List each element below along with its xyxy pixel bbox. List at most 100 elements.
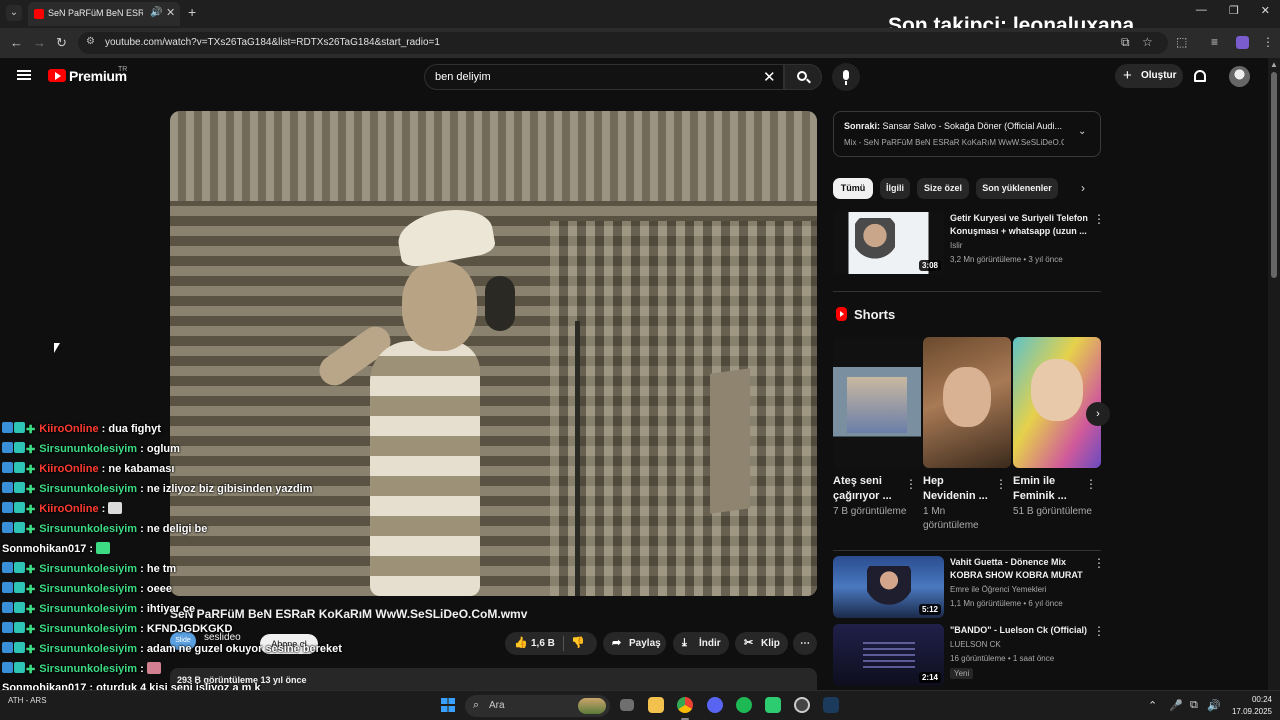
chat-text: ihtiyar ce [146,603,196,615]
url-field[interactable]: ⚙ youtube.com/watch?v=TXs26TaG184&list=R… [78,32,1168,54]
search-input[interactable]: ben deliyim ✕ [424,64,784,90]
browser-menu-icon[interactable]: ⋮ [1262,35,1274,49]
recommendation-channel[interactable]: Emre ile Öğrenci Yemekleri [950,585,1046,594]
steam-icon[interactable] [823,697,839,713]
tab-close-icon[interactable]: ✕ [166,6,175,19]
duration-badge: 3:08 [918,260,941,271]
short-thumbnail[interactable] [1013,337,1101,468]
chat-message: ✚ KiiroOnline : ne kabaması [2,462,174,476]
reading-list-icon[interactable]: ≡ [1211,35,1218,49]
new-tab-button[interactable]: + [188,4,196,20]
video-thumbnail[interactable]: 3:08 [833,212,944,274]
short-thumbnail[interactable] [923,337,1011,468]
create-button[interactable]: + Oluştur [1115,64,1183,88]
reload-button[interactable]: ↻ [56,35,67,51]
clip-button[interactable]: ✂ Klip [735,632,788,655]
chevron-right-icon[interactable]: › [1081,181,1085,195]
video-frame-head [402,261,477,351]
shorts-next-button[interactable]: › [1086,402,1110,426]
search-button[interactable] [784,64,822,90]
browser-tab[interactable]: SeN PaRFüM BeN ESRaR Ko 🔊 ✕ [28,2,180,26]
mic-icon [843,70,849,80]
guide-menu-icon[interactable] [17,70,31,80]
tray-overflow-icon[interactable]: ⌃ [1148,699,1157,712]
site-info-icon[interactable]: ⚙ [86,36,95,47]
more-vert-icon[interactable]: ⋮ [1093,556,1105,570]
spotify-icon[interactable] [736,697,752,713]
window-close-button[interactable]: ✕ [1261,4,1270,17]
recommendation-meta: 1,1 Mn görüntüleme • 6 yıl önce [950,599,1063,608]
chat-badge-icon [14,662,25,673]
microphone-tray-icon[interactable]: 🎤 [1169,699,1183,712]
next-up-card[interactable]: Sonraki: Sansar Salvo - Sokağa Döner (Of… [833,111,1101,157]
dislike-icon[interactable]: 👎 [571,632,585,655]
chip-related[interactable]: İlgili [880,178,910,199]
account-avatar[interactable] [1229,66,1250,87]
recommendation-item[interactable]: 3:08 Getir Kuryesi ve Suriyeli Telefon K… [833,212,1105,276]
recommendation-item[interactable]: 5:12 Vahit Guetta - Dönence Mix KOBRA SH… [833,556,1105,620]
chat-message: ✚ KiiroOnline : [2,502,123,516]
discord-icon[interactable] [707,697,723,713]
scroll-up-arrow-icon[interactable]: ▲ [1270,60,1278,69]
search-icon-handle [806,78,811,84]
notifications-bell-icon[interactable] [1194,70,1206,82]
back-button[interactable]: ← [10,35,23,50]
page-scrollbar[interactable]: ▲ [1268,58,1280,690]
install-app-icon[interactable]: ⧉ [1121,35,1130,50]
task-view-icon[interactable] [620,699,634,711]
recommendation-title: Vahit Guetta - Dönence Mix KOBRA SHOW KO… [950,557,1083,580]
clip-label: Klip [761,638,780,649]
more-vert-icon[interactable]: ⋮ [905,477,917,491]
like-icon[interactable]: 👍 [514,632,528,655]
chat-username: Sirsununkolesiyim [39,603,138,615]
chat-badge-icon [14,482,25,493]
recommendation-channel[interactable]: Islir [950,241,962,250]
more-vert-icon[interactable]: ⋮ [995,477,1007,491]
download-button[interactable]: ⤓ İndir [673,632,729,655]
obs-icon[interactable] [794,697,810,713]
chat-badge-icon [2,482,13,493]
like-count[interactable]: 1,6 B [531,632,555,655]
taskbar-clock[interactable]: 00:24 17.09.2025 [1228,694,1272,718]
more-actions-button[interactable]: ⋯ [793,632,817,655]
network-tray-icon[interactable]: ⧉ [1190,699,1198,712]
chip-recent[interactable]: Son yüklenenler [976,178,1058,199]
duration-badge: 2:14 [918,672,941,683]
clear-search-icon[interactable]: ✕ [763,68,776,86]
windows-start-icon[interactable] [441,698,455,712]
video-thumbnail[interactable]: 2:14 [833,624,944,686]
tab-audio-icon[interactable]: 🔊 [150,7,162,18]
more-vert-icon[interactable]: ⋮ [1085,477,1097,491]
more-vert-icon[interactable]: ⋮ [1093,212,1105,226]
profile-extension-icon[interactable] [1236,36,1249,49]
weather-widget[interactable]: ATH - ARS [8,696,47,705]
voice-search-button[interactable] [832,63,860,91]
chrome-icon[interactable] [677,697,693,713]
chevron-down-icon[interactable]: ⌄ [1078,126,1086,137]
minimize-button[interactable]: — [1196,4,1207,17]
short-thumbnail[interactable] [833,337,921,468]
chip-all[interactable]: Tümü [833,178,873,199]
chip-for-you[interactable]: Size özel [917,178,969,199]
chat-plus-badge-icon: ✚ [26,664,36,676]
forward-button[interactable]: → [33,35,46,50]
file-explorer-icon[interactable] [648,697,664,713]
chat-badge-icon [14,582,25,593]
scroll-thumb[interactable] [1271,72,1277,278]
share-icon: ➦ [612,637,622,649]
app-icon[interactable] [765,697,781,713]
extensions-icon[interactable]: ⬚ [1176,35,1187,49]
more-vert-icon[interactable]: ⋮ [1093,624,1105,638]
recommendation-item[interactable]: 2:14 "BANDO" - Luelson Ck (Official) LUE… [833,624,1105,688]
maximize-button[interactable]: ❐ [1229,4,1239,17]
volume-tray-icon[interactable]: 🔊 [1207,699,1221,712]
tab-search-menu[interactable]: ⌄ [6,5,22,21]
share-button[interactable]: ➦ Paylaş [603,632,666,655]
video-thumbnail[interactable]: 5:12 [833,556,944,618]
taskbar-search[interactable]: ⌕ Ara [465,695,610,717]
chat-emote-icon [96,542,111,554]
recommendation-channel[interactable]: LUELSON CK [950,640,1001,649]
bookmark-star-icon[interactable]: ☆ [1142,35,1153,49]
thumbnail-person [855,218,895,268]
chat-username: KiiroOnline [39,503,99,515]
